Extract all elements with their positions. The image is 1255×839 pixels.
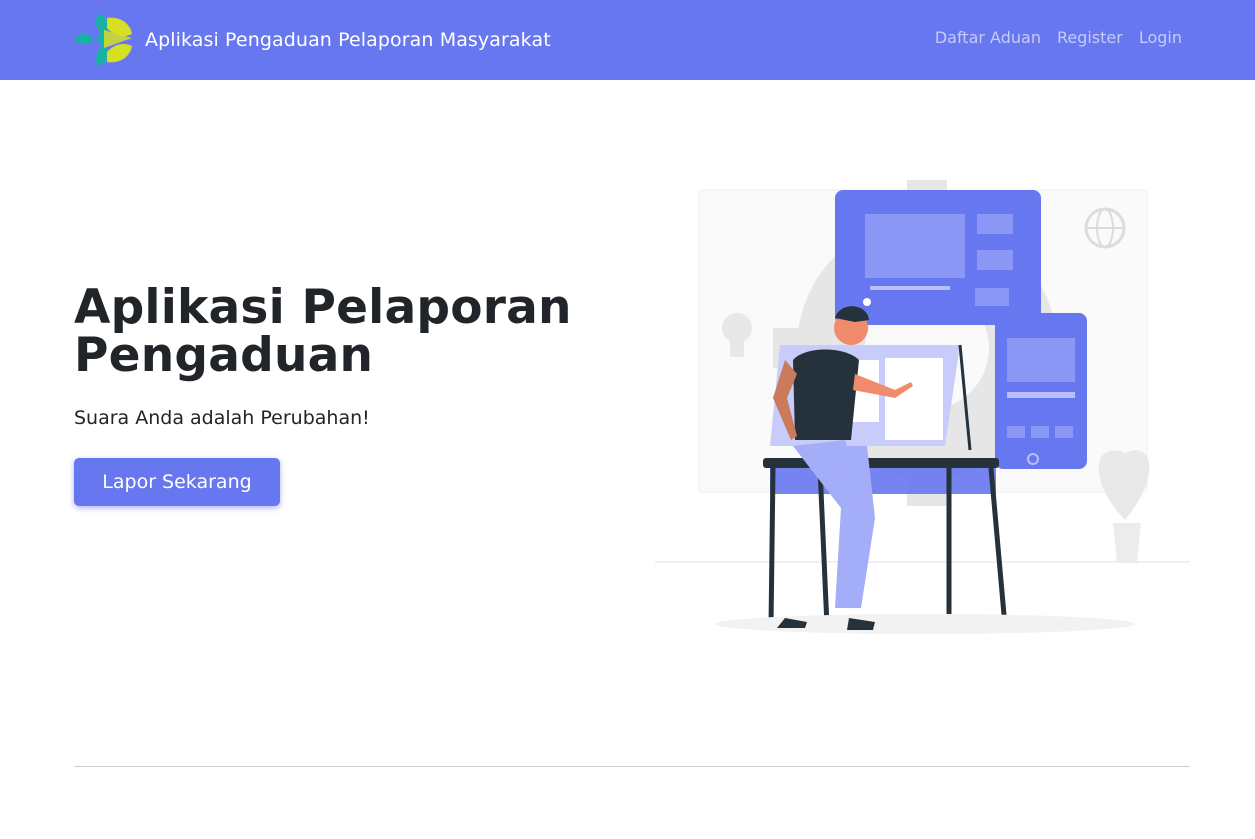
lapor-sekarang-button[interactable]: Lapor Sekarang — [74, 458, 280, 506]
tablet-icon — [995, 313, 1087, 469]
hero-illustration — [655, 180, 1190, 634]
plant-icon — [1098, 450, 1150, 563]
nav-link-register[interactable]: Register — [1057, 28, 1123, 47]
footer-divider — [74, 766, 1190, 767]
hero-subtitle: Suara Anda adalah Perubahan! — [74, 407, 370, 429]
hero-title: Aplikasi Pelaporan Pengaduan — [74, 280, 572, 383]
nav-links: Daftar Aduan Register Login — [919, 28, 1182, 47]
navbar: Aplikasi Pengaduan Pelaporan Masyarakat … — [0, 0, 1255, 80]
brand-title: Aplikasi Pengaduan Pelaporan Masyarakat — [145, 29, 551, 51]
brand-logo-icon — [74, 14, 132, 66]
nav-link-login[interactable]: Login — [1139, 28, 1182, 47]
monitor-icon — [835, 190, 1041, 325]
brand-link[interactable]: Aplikasi Pengaduan Pelaporan Masyarakat — [74, 12, 551, 68]
desk — [763, 458, 1008, 627]
nav-link-daftar-aduan[interactable]: Daftar Aduan — [935, 28, 1041, 47]
